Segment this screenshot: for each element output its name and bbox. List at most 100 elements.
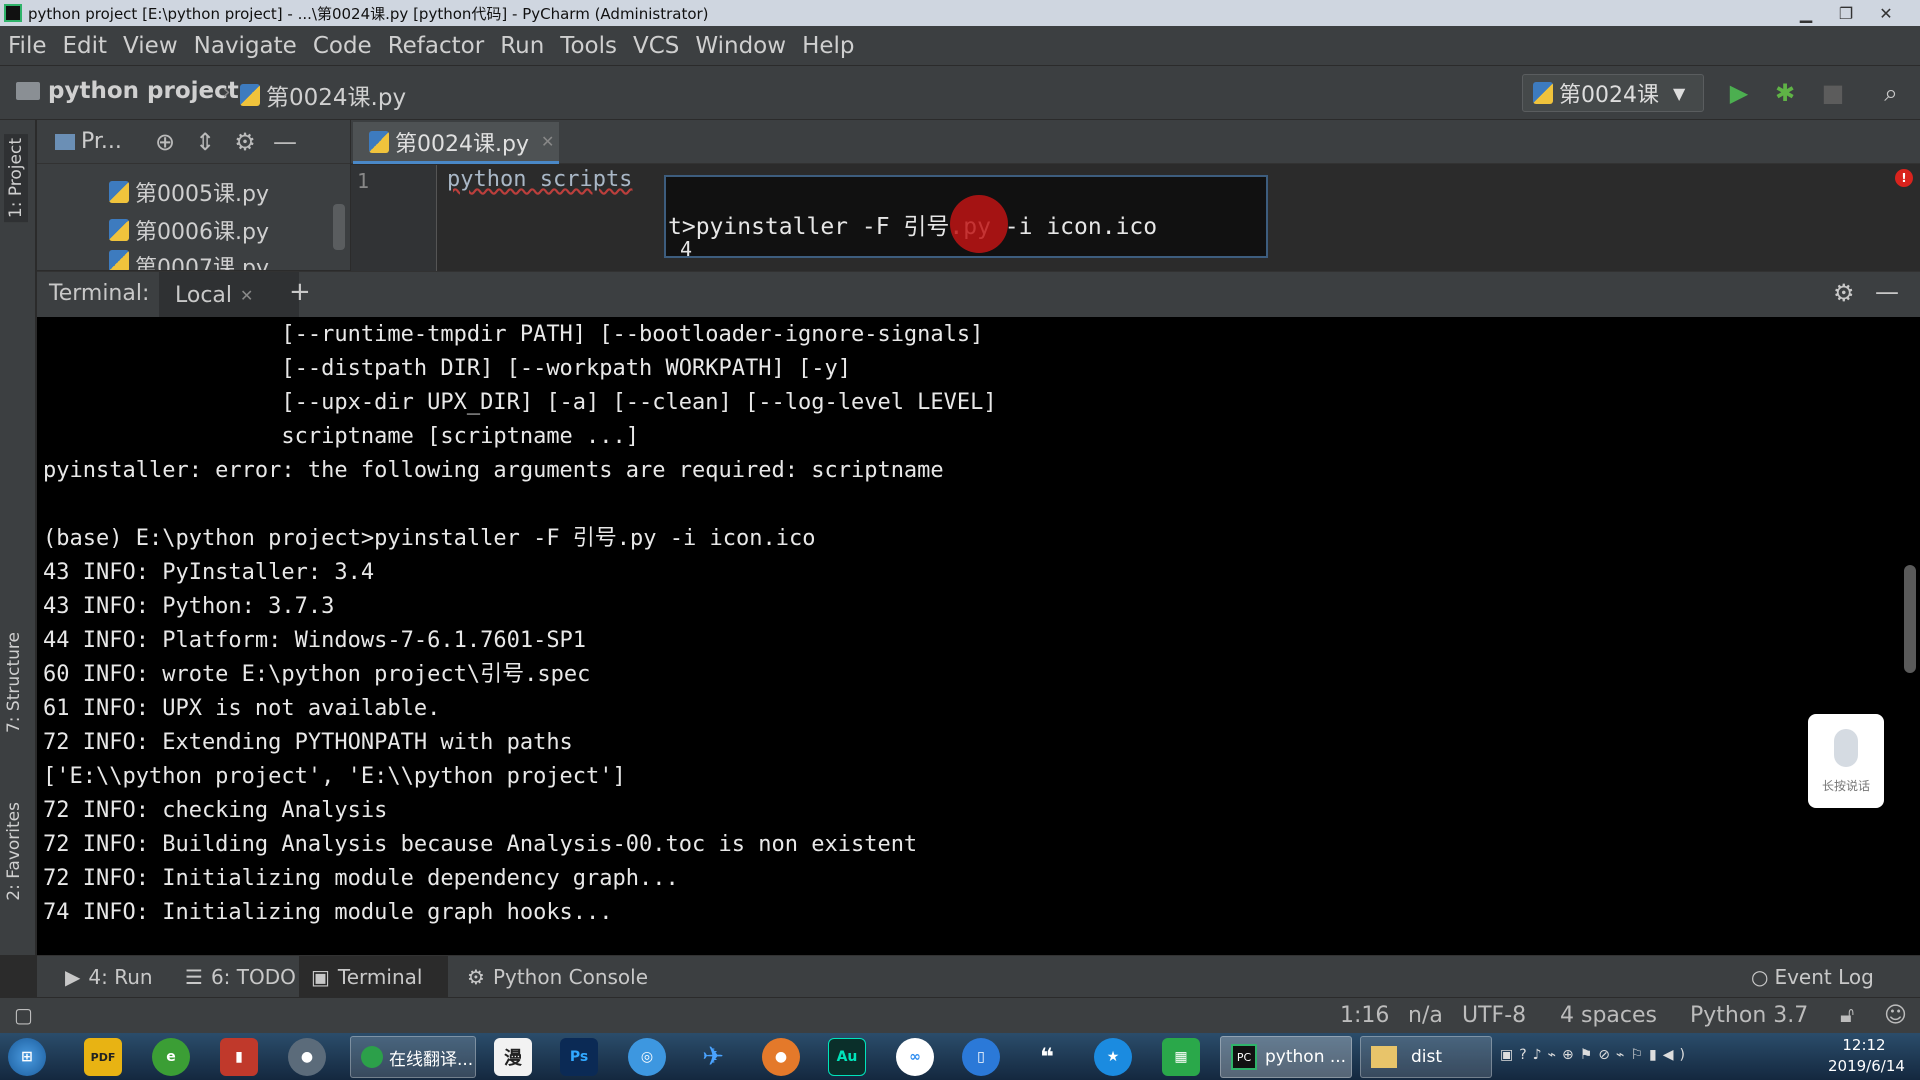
interpreter-select[interactable]: Python 3.7: [1690, 1003, 1808, 1028]
sheet-app-icon[interactable]: ▦: [1162, 1038, 1200, 1076]
error-indicator-icon[interactable]: !: [1895, 169, 1913, 187]
editor-tab-active[interactable]: 第0024课.py ✕: [353, 122, 559, 164]
locate-icon[interactable]: ⊕: [145, 122, 185, 162]
terminal-line: 43 INFO: Python: 3.7.3: [43, 594, 335, 619]
menu-tools[interactable]: Tools: [560, 33, 617, 59]
lock-icon[interactable]: 🔓︎: [1840, 1003, 1854, 1028]
comic-app-icon[interactable]: 漫: [494, 1038, 532, 1076]
menu-vcs[interactable]: VCS: [633, 33, 679, 59]
menu-code[interactable]: Code: [313, 33, 372, 59]
debug-icon[interactable]: ✱: [1770, 78, 1800, 108]
toggle-panels-icon[interactable]: ▢: [14, 1003, 33, 1027]
breadcrumb-file[interactable]: 第0024课.py: [240, 78, 406, 112]
menu-refactor[interactable]: Refactor: [388, 33, 484, 59]
stop-icon[interactable]: ■: [1818, 78, 1848, 108]
taskbar-dist-folder[interactable]: dist: [1360, 1036, 1492, 1078]
terminal-line: pyinstaller: error: the following argume…: [43, 458, 944, 483]
tree-file-0005[interactable]: 第0005课.py: [109, 176, 269, 208]
project-scrollbar[interactable]: [333, 204, 345, 250]
menu-window[interactable]: Window: [695, 33, 786, 59]
run-config-select[interactable]: 第0024课 ▼: [1522, 74, 1704, 112]
encoding-select[interactable]: UTF-8: [1462, 1003, 1526, 1028]
pdf-reader-icon[interactable]: PDF: [84, 1038, 122, 1076]
cloud-drive-icon[interactable]: ∞: [896, 1038, 934, 1076]
taskbar-pycharm-app[interactable]: PC python ...: [1220, 1036, 1352, 1078]
chevron-right-icon: ›: [222, 80, 231, 105]
tool-run-button[interactable]: ▶ 4: Run: [57, 956, 161, 998]
terminal-line: scriptname [scriptname ...]: [43, 424, 640, 449]
remote-app-icon[interactable]: ◎: [628, 1038, 666, 1076]
close-tab-icon[interactable]: ✕: [541, 132, 554, 151]
tree-file-label: 第0006课.py: [135, 220, 269, 245]
breadcrumb-project[interactable]: python project: [16, 78, 239, 104]
terminal-header: Terminal: Local ✕ + ⚙ —: [37, 271, 1920, 318]
event-log-button[interactable]: ○ Event Log: [1743, 956, 1882, 998]
caret-position[interactable]: 1:16: [1340, 1003, 1389, 1028]
speech-bubble-icon: ○: [1751, 965, 1769, 989]
inspector-icon[interactable]: ☺: [1884, 1003, 1907, 1028]
taskbar-translate-app[interactable]: 在线翻译...: [350, 1036, 476, 1078]
wechat-icon[interactable]: ❝: [1028, 1038, 1066, 1076]
browser-icon[interactable]: e: [152, 1038, 190, 1076]
menu-help[interactable]: Help: [802, 33, 854, 59]
list-icon: ☰: [185, 965, 203, 989]
system-clock[interactable]: 12:12 2019/6/14: [1828, 1035, 1905, 1077]
tool-terminal-label: Terminal: [337, 965, 423, 989]
hide-icon[interactable]: —: [265, 122, 305, 162]
collapse-all-icon[interactable]: ⇕: [185, 122, 225, 162]
line-separator[interactable]: n/a: [1408, 1003, 1443, 1028]
book-app-icon[interactable]: ▮: [220, 1038, 258, 1076]
star-app-icon[interactable]: ★: [1094, 1038, 1132, 1076]
audition-icon[interactable]: Au: [828, 1038, 866, 1076]
overlay-command-text: t>pyinstaller -F 引号.py -i icon.ico: [668, 214, 1158, 240]
menu-bar: File Edit View Navigate Code Refactor Ru…: [0, 26, 1920, 66]
tool-terminal-button[interactable]: ▣ Terminal: [299, 956, 449, 998]
tool-python-console-button[interactable]: ⚙ Python Console: [459, 956, 656, 998]
search-icon[interactable]: ⌕: [1876, 78, 1906, 108]
tool-window-project[interactable]: 1: Project: [4, 134, 28, 223]
breadcrumb-file-label: 第0024课.py: [266, 85, 407, 111]
hide-icon[interactable]: —: [1875, 278, 1899, 306]
reader-app-icon[interactable]: ▯: [962, 1038, 1000, 1076]
tree-file-0006[interactable]: 第0006课.py: [109, 214, 269, 246]
menu-edit[interactable]: Edit: [63, 33, 108, 59]
gear-icon[interactable]: ⚙: [1833, 279, 1855, 307]
indent-select[interactable]: 4 spaces: [1560, 1003, 1657, 1028]
system-tray-icons[interactable]: ▣?♪⌁⊕⚑⊘⌁⚐▮◀): [1500, 1047, 1691, 1063]
terminal-line: 43 INFO: PyInstaller: 3.4: [43, 560, 375, 585]
penguin-icon[interactable]: ●: [288, 1038, 326, 1076]
gear-icon[interactable]: ⚙: [225, 122, 265, 162]
clock-time: 12:12: [1842, 1036, 1886, 1054]
terminal-line: 60 INFO: wrote E:\python project\引号.spec: [43, 662, 591, 687]
tool-window-favorites[interactable]: 2: Favorites: [4, 802, 24, 901]
project-view-dropdown[interactable]: Pr...: [55, 129, 145, 154]
menu-navigate[interactable]: Navigate: [194, 33, 297, 59]
menu-run[interactable]: Run: [500, 33, 544, 59]
project-view-icon: [55, 133, 75, 150]
voice-input-widget[interactable]: 长按说话: [1808, 714, 1884, 808]
clock-date: 2019/6/14: [1828, 1057, 1905, 1075]
terminal-scrollbar[interactable]: [1904, 565, 1916, 673]
add-terminal-icon[interactable]: +: [289, 277, 311, 307]
fox-app-icon[interactable]: ●: [762, 1038, 800, 1076]
tool-window-structure[interactable]: 7: Structure: [4, 632, 24, 733]
menu-view[interactable]: View: [123, 33, 178, 59]
tree-file-0007[interactable]: 第0007课.py: [109, 250, 269, 270]
photoshop-icon[interactable]: Ps: [560, 1038, 598, 1076]
menu-file[interactable]: File: [8, 33, 47, 59]
terminal-output[interactable]: [--runtime-tmpdir PATH] [--bootloader-ig…: [37, 317, 1920, 955]
close-tab-icon[interactable]: ✕: [240, 286, 253, 305]
maximize-icon[interactable]: ❐: [1826, 0, 1866, 26]
window-titlebar: python project [E:\python project] - ...…: [0, 0, 1920, 26]
run-icon[interactable]: ▶: [1724, 78, 1754, 108]
start-button-icon[interactable]: ⊞: [8, 1038, 46, 1076]
terminal-tab-local[interactable]: Local ✕: [159, 272, 299, 318]
voice-input-label: 长按说话: [1821, 778, 1870, 793]
tool-todo-button[interactable]: ☰ 6: TODO: [177, 956, 304, 998]
bird-app-icon[interactable]: ✈: [694, 1038, 732, 1076]
close-icon[interactable]: ✕: [1866, 0, 1906, 26]
terminal-line: [--upx-dir UPX_DIR] [-a] [--clean] [--lo…: [43, 390, 997, 415]
minimize-icon[interactable]: ▁: [1786, 0, 1826, 26]
code-line[interactable]: python scripts: [447, 167, 632, 192]
run-config-label: 第0024课: [1559, 83, 1659, 108]
